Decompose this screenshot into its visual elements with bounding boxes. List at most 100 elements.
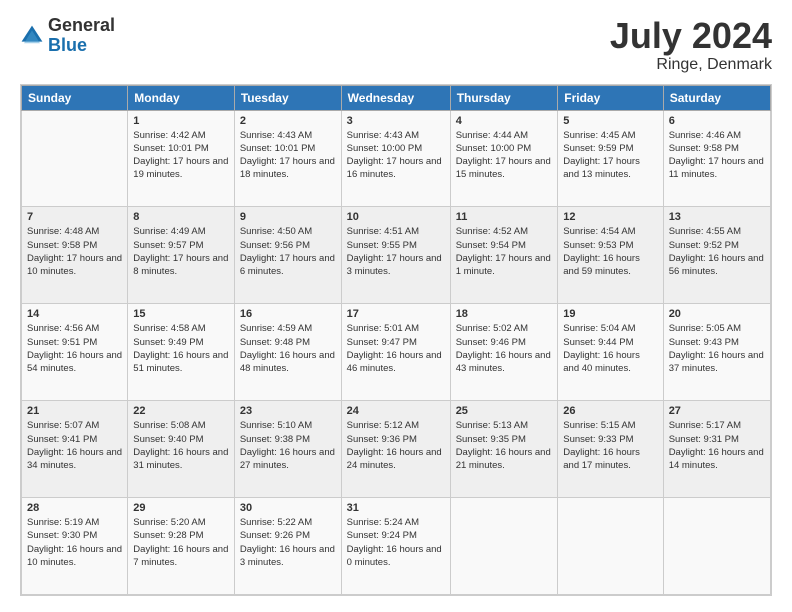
cell-info: Sunrise: 5:24 AMSunset: 9:24 PMDaylight:… xyxy=(347,516,445,569)
calendar-cell: 6Sunrise: 4:46 AMSunset: 9:58 PMDaylight… xyxy=(663,110,770,207)
day-number: 2 xyxy=(240,115,336,127)
calendar-cell: 7 Sunrise: 4:48 AMSunset: 9:58 PMDaylight… xyxy=(22,207,128,304)
day-number: 15 xyxy=(133,308,229,320)
calendar-cell: 24Sunrise: 5:12 AMSunset: 9:36 PMDayligh… xyxy=(341,401,450,498)
day-number: 5 xyxy=(563,115,657,127)
day-number: 31 xyxy=(347,502,445,514)
col-monday: Monday xyxy=(128,85,235,110)
calendar-cell: 16Sunrise: 4:59 AMSunset: 9:48 PMDayligh… xyxy=(234,304,341,401)
calendar-cell xyxy=(663,498,770,595)
cell-info: Sunrise: 5:05 AMSunset: 9:43 PMDaylight:… xyxy=(669,322,765,375)
calendar-cell: 18 Sunrise: 5:02 AMSunset: 9:46 PMDayligh… xyxy=(450,304,558,401)
calendar-cell: 21 Sunrise: 5:07 AMSunset: 9:41 PMDayligh… xyxy=(22,401,128,498)
col-friday: Friday xyxy=(558,85,663,110)
day-number: 21 xyxy=(27,405,122,417)
logo-blue-text: Blue xyxy=(48,36,115,56)
day-number: 6 xyxy=(669,115,765,127)
cell-info: Sunrise: 5:04 AMSunset: 9:44 PMDaylight:… xyxy=(563,322,657,375)
cell-info: Sunrise: 4:48 AMSunset: 9:58 PMDaylight:… xyxy=(27,225,122,278)
calendar-cell: 8Sunrise: 4:49 AMSunset: 9:57 PMDaylight… xyxy=(128,207,235,304)
calendar-cell: 27Sunrise: 5:17 AMSunset: 9:31 PMDayligh… xyxy=(663,401,770,498)
cell-info: Sunrise: 5:22 AMSunset: 9:26 PMDaylight:… xyxy=(240,516,336,569)
day-number: 18 xyxy=(456,308,553,320)
cell-info: Sunrise: 5:20 AMSunset: 9:28 PMDaylight:… xyxy=(133,516,229,569)
logo-icon xyxy=(20,24,44,48)
calendar-cell: 14 Sunrise: 4:56 AMSunset: 9:51 PMDayligh… xyxy=(22,304,128,401)
month-title: July 2024 xyxy=(610,16,772,56)
day-number: 8 xyxy=(133,211,229,223)
col-saturday: Saturday xyxy=(663,85,770,110)
logo-general-text: General xyxy=(48,16,115,36)
cell-info: Sunrise: 4:42 AMSunset: 10:01 PMDaylight… xyxy=(133,129,229,182)
cell-info: Sunrise: 4:43 AMSunset: 10:00 PMDaylight… xyxy=(347,129,445,182)
day-number: 17 xyxy=(347,308,445,320)
calendar-cell: 31 Sunrise: 5:24 AMSunset: 9:24 PMDayligh… xyxy=(341,498,450,595)
logo: General Blue xyxy=(20,16,115,56)
calendar-cell: 23Sunrise: 5:10 AMSunset: 9:38 PMDayligh… xyxy=(234,401,341,498)
calendar: Sunday Monday Tuesday Wednesday Thursday… xyxy=(20,84,772,596)
logo-text: General Blue xyxy=(48,16,115,56)
cell-info: Sunrise: 4:43 AMSunset: 10:01 PMDaylight… xyxy=(240,129,336,182)
day-number: 3 xyxy=(347,115,445,127)
calendar-cell xyxy=(22,110,128,207)
day-number: 20 xyxy=(669,308,765,320)
calendar-cell: 2 Sunrise: 4:43 AMSunset: 10:01 PMDayligh… xyxy=(234,110,341,207)
calendar-table: Sunday Monday Tuesday Wednesday Thursday… xyxy=(21,85,771,595)
calendar-cell: 17 Sunrise: 5:01 AMSunset: 9:47 PMDayligh… xyxy=(341,304,450,401)
day-number: 26 xyxy=(563,405,657,417)
calendar-cell xyxy=(558,498,663,595)
day-number: 9 xyxy=(240,211,336,223)
calendar-body: 1 Sunrise: 4:42 AMSunset: 10:01 PMDayligh… xyxy=(22,110,771,594)
cell-info: Sunrise: 5:13 AMSunset: 9:35 PMDaylight:… xyxy=(456,419,553,472)
calendar-cell: 13 Sunrise: 4:55 AMSunset: 9:52 PMDayligh… xyxy=(663,207,770,304)
day-number: 25 xyxy=(456,405,553,417)
calendar-cell: 10 Sunrise: 4:51 AMSunset: 9:55 PMDayligh… xyxy=(341,207,450,304)
day-number: 19 xyxy=(563,308,657,320)
cell-info: Sunrise: 5:08 AMSunset: 9:40 PMDaylight:… xyxy=(133,419,229,472)
title-block: July 2024 Ringe, Denmark xyxy=(610,16,772,74)
col-tuesday: Tuesday xyxy=(234,85,341,110)
day-number: 1 xyxy=(133,115,229,127)
calendar-cell: 9 Sunrise: 4:50 AMSunset: 9:56 PMDaylight… xyxy=(234,207,341,304)
day-number: 4 xyxy=(456,115,553,127)
header: General Blue July 2024 Ringe, Denmark xyxy=(20,16,772,74)
day-number: 14 xyxy=(27,308,122,320)
cell-info: Sunrise: 5:07 AMSunset: 9:41 PMDaylight:… xyxy=(27,419,122,472)
calendar-cell: 30Sunrise: 5:22 AMSunset: 9:26 PMDayligh… xyxy=(234,498,341,595)
day-number: 10 xyxy=(347,211,445,223)
cell-info: Sunrise: 5:19 AMSunset: 9:30 PMDaylight:… xyxy=(27,516,122,569)
day-number: 7 xyxy=(27,211,122,223)
calendar-cell: 20 Sunrise: 5:05 AMSunset: 9:43 PMDayligh… xyxy=(663,304,770,401)
cell-info: Sunrise: 4:56 AMSunset: 9:51 PMDaylight:… xyxy=(27,322,122,375)
calendar-cell: 28 Sunrise: 5:19 AMSunset: 9:30 PMDayligh… xyxy=(22,498,128,595)
col-sunday: Sunday xyxy=(22,85,128,110)
cell-info: Sunrise: 4:44 AMSunset: 10:00 PMDaylight… xyxy=(456,129,553,182)
cell-info: Sunrise: 5:02 AMSunset: 9:46 PMDaylight:… xyxy=(456,322,553,375)
col-thursday: Thursday xyxy=(450,85,558,110)
cell-info: Sunrise: 4:51 AMSunset: 9:55 PMDaylight:… xyxy=(347,225,445,278)
cell-info: Sunrise: 4:59 AMSunset: 9:48 PMDaylight:… xyxy=(240,322,336,375)
calendar-week-0: 1 Sunrise: 4:42 AMSunset: 10:01 PMDayligh… xyxy=(22,110,771,207)
calendar-cell: 1 Sunrise: 4:42 AMSunset: 10:01 PMDayligh… xyxy=(128,110,235,207)
calendar-cell: 26Sunrise: 5:15 AMSunset: 9:33 PMDayligh… xyxy=(558,401,663,498)
day-number: 28 xyxy=(27,502,122,514)
calendar-header: Sunday Monday Tuesday Wednesday Thursday… xyxy=(22,85,771,110)
cell-info: Sunrise: 5:01 AMSunset: 9:47 PMDaylight:… xyxy=(347,322,445,375)
cell-info: Sunrise: 5:12 AMSunset: 9:36 PMDaylight:… xyxy=(347,419,445,472)
calendar-cell: 19 Sunrise: 5:04 AMSunset: 9:44 PMDayligh… xyxy=(558,304,663,401)
day-number: 12 xyxy=(563,211,657,223)
cell-info: Sunrise: 4:54 AMSunset: 9:53 PMDaylight:… xyxy=(563,225,657,278)
day-number: 29 xyxy=(133,502,229,514)
cell-info: Sunrise: 4:50 AMSunset: 9:56 PMDaylight:… xyxy=(240,225,336,278)
cell-info: Sunrise: 4:52 AMSunset: 9:54 PMDaylight:… xyxy=(456,225,553,278)
cell-info: Sunrise: 4:55 AMSunset: 9:52 PMDaylight:… xyxy=(669,225,765,278)
cell-info: Sunrise: 4:58 AMSunset: 9:49 PMDaylight:… xyxy=(133,322,229,375)
calendar-cell: 4 Sunrise: 4:44 AMSunset: 10:00 PMDayligh… xyxy=(450,110,558,207)
day-number: 13 xyxy=(669,211,765,223)
calendar-cell: 25 Sunrise: 5:13 AMSunset: 9:35 PMDayligh… xyxy=(450,401,558,498)
calendar-cell: 5Sunrise: 4:45 AMSunset: 9:59 PMDaylight… xyxy=(558,110,663,207)
calendar-cell: 12 Sunrise: 4:54 AMSunset: 9:53 PMDayligh… xyxy=(558,207,663,304)
day-number: 27 xyxy=(669,405,765,417)
calendar-week-3: 21 Sunrise: 5:07 AMSunset: 9:41 PMDayligh… xyxy=(22,401,771,498)
calendar-cell: 22Sunrise: 5:08 AMSunset: 9:40 PMDayligh… xyxy=(128,401,235,498)
